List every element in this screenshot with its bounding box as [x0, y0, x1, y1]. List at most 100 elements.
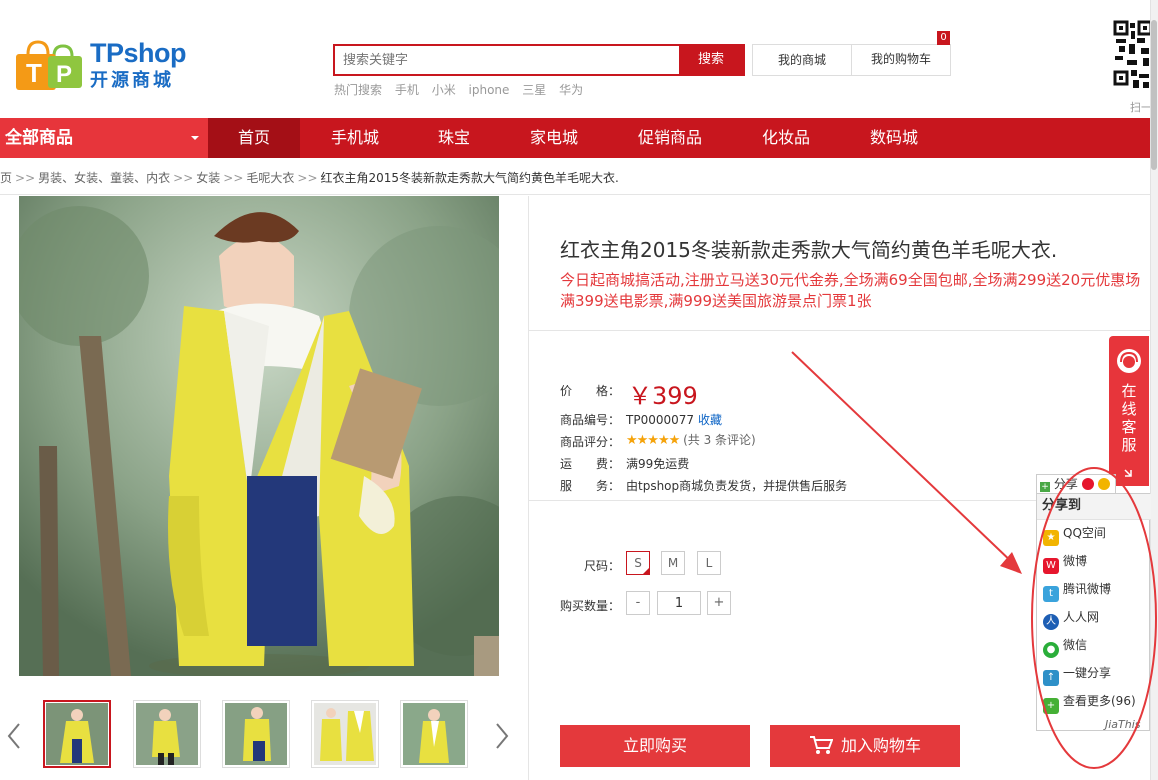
- customer-service-label: 在线客服: [1121, 382, 1137, 454]
- thumbnail[interactable]: [222, 700, 290, 768]
- breadcrumb-category[interactable]: 男装、女装、童装、内衣: [38, 171, 170, 185]
- all-categories-menu[interactable]: 全部商品: [0, 118, 208, 158]
- cart-icon: [809, 736, 834, 754]
- share-weibo[interactable]: W 微博: [1043, 552, 1087, 574]
- thumbnail[interactable]: [400, 700, 468, 768]
- logo-text-cn: 开源商城: [90, 70, 174, 91]
- annotation-arrow: [791, 351, 1017, 567]
- price-value: ￥399: [628, 382, 698, 410]
- shopping-bag-logo-icon: T P: [16, 40, 82, 90]
- shipping-value: 满99免运费: [626, 457, 690, 471]
- size-option-m[interactable]: M: [661, 551, 685, 575]
- divider: [528, 196, 529, 780]
- tencent-weibo-icon: t: [1043, 586, 1059, 602]
- review-count[interactable]: (共 3 条评论): [683, 433, 756, 447]
- share-item-label: 查看更多(96): [1063, 694, 1136, 708]
- qr-caption: 扫一: [1130, 101, 1152, 114]
- divider: [529, 330, 1150, 331]
- annotation-arrowhead: [1000, 552, 1022, 574]
- qzone-icon: [1097, 478, 1110, 490]
- share-more[interactable]: + 查看更多(96): [1043, 692, 1136, 714]
- hot-search-label: 热门搜索: [334, 83, 383, 97]
- share-tencent-weibo[interactable]: t 腾讯微博: [1043, 580, 1111, 602]
- breadcrumb: 页 >> 男装、女装、童装、内衣 >> 女装 >> 毛呢大衣 >> 红衣主角2015冬装新款走秀…: [0, 169, 619, 186]
- jiathis-credit[interactable]: JiaThis: [1105, 718, 1141, 731]
- svg-text:P: P: [56, 61, 72, 88]
- search-input[interactable]: [335, 46, 681, 74]
- site-logo[interactable]: T P TPshop 开源商城: [14, 32, 194, 92]
- size-option-s[interactable]: S: [626, 551, 650, 575]
- quantity-input[interactable]: [657, 591, 701, 615]
- renren-icon: 人: [1043, 614, 1059, 630]
- my-cart-button[interactable]: 我的购物车: [851, 44, 951, 76]
- share-renren[interactable]: 人人人网: [1043, 608, 1099, 630]
- size-option-l[interactable]: L: [697, 551, 721, 575]
- service-label: 服 务：: [560, 479, 621, 493]
- hot-keyword[interactable]: 小米: [432, 83, 456, 97]
- nav-item-appliances[interactable]: 家电城: [510, 118, 598, 158]
- add-to-cart-label: 加入购物车: [840, 736, 921, 755]
- logo-text-en: TPshop: [90, 38, 187, 68]
- share-toggle-label: 分享: [1053, 477, 1078, 491]
- price-label: 价 格：: [560, 384, 621, 398]
- hot-search: 热门搜索 手机 小米 iphone 三星 华为: [334, 81, 592, 98]
- add-to-cart-button[interactable]: 加入购物车: [770, 725, 960, 767]
- search-bar: 搜索: [333, 44, 745, 76]
- quantity-decrease-button[interactable]: -: [626, 591, 650, 615]
- share-wechat[interactable]: ● 微信: [1043, 636, 1088, 658]
- svg-text:T: T: [26, 58, 42, 88]
- nav-item-phones[interactable]: 手机城: [310, 118, 400, 158]
- product-title: 红衣主角2015冬装新款走秀款大气简约黄色羊毛呢大衣.: [560, 238, 1058, 262]
- breadcrumb-separator: >>: [223, 171, 244, 185]
- share-panel-title: 分享到: [1037, 494, 1151, 520]
- thumbnail-image: [136, 703, 198, 765]
- one-click-share-icon: ↑: [1043, 670, 1059, 686]
- my-mall-button[interactable]: 我的商城: [752, 44, 852, 76]
- quantity-increase-button[interactable]: +: [707, 591, 731, 615]
- breadcrumb-subcategory[interactable]: 女装: [196, 171, 220, 185]
- breadcrumb-leaf-category[interactable]: 毛呢大衣: [246, 171, 294, 185]
- nav-item-digital[interactable]: 数码城: [856, 118, 932, 158]
- service-value: 由tpshop商城负责发货，并提供售后服务: [626, 479, 848, 493]
- nav-item-home[interactable]: 首页: [208, 118, 300, 158]
- size-option-label: S: [634, 556, 642, 570]
- rating-stars: ★★★★★: [626, 433, 680, 448]
- nav-item-cosmetics[interactable]: 化妆品: [748, 118, 824, 158]
- scrollbar-thumb[interactable]: [1151, 20, 1157, 170]
- share-item-label: 微信: [1063, 638, 1088, 652]
- size-label: 尺码：: [584, 559, 621, 573]
- share-item-label: QQ空间: [1063, 526, 1106, 540]
- weibo-icon: [1081, 478, 1094, 490]
- cart-count-badge: 0: [937, 31, 950, 45]
- chevron-left-icon[interactable]: [5, 722, 23, 750]
- share-toggle[interactable]: + 分享: [1036, 474, 1116, 494]
- thumbnail[interactable]: [311, 700, 379, 768]
- hot-keyword[interactable]: 华为: [559, 83, 583, 97]
- selected-corner-icon: [642, 567, 650, 575]
- nav-item-jewelry[interactable]: 珠宝: [420, 118, 488, 158]
- breadcrumb-home[interactable]: 页: [0, 171, 12, 185]
- product-main-image[interactable]: [19, 196, 499, 676]
- breadcrumb-separator: >>: [15, 171, 36, 185]
- favorite-link[interactable]: 收藏: [698, 413, 722, 427]
- weibo-icon: W: [1043, 558, 1059, 574]
- thumbnail-image: [225, 703, 287, 765]
- dropdown-arrow-icon: [191, 136, 199, 140]
- customer-service-tab[interactable]: 在线客服: [1109, 336, 1149, 486]
- share-qzone[interactable]: ★ QQ空间: [1043, 524, 1106, 546]
- thumbnail[interactable]: [43, 700, 111, 768]
- thumbnail[interactable]: [133, 700, 201, 768]
- search-button[interactable]: 搜索: [679, 46, 743, 74]
- chevron-right-icon[interactable]: [493, 722, 511, 750]
- qr-code-icon: [1113, 20, 1153, 88]
- buy-now-button[interactable]: 立即购买: [560, 725, 750, 767]
- nav-item-promotions[interactable]: 促销商品: [626, 118, 714, 158]
- share-one-click[interactable]: ↑ 一键分享: [1043, 664, 1112, 686]
- thumbnail-image: [46, 703, 108, 765]
- rating-row: ★★★★★ (共 3 条评论): [626, 431, 756, 448]
- hot-keyword[interactable]: iphone: [469, 83, 510, 97]
- share-item-label: 一键分享: [1063, 666, 1112, 680]
- hot-keyword[interactable]: 三星: [522, 83, 546, 97]
- hot-keyword[interactable]: 手机: [395, 83, 419, 97]
- sku-row: TP0000077 收藏: [626, 411, 722, 428]
